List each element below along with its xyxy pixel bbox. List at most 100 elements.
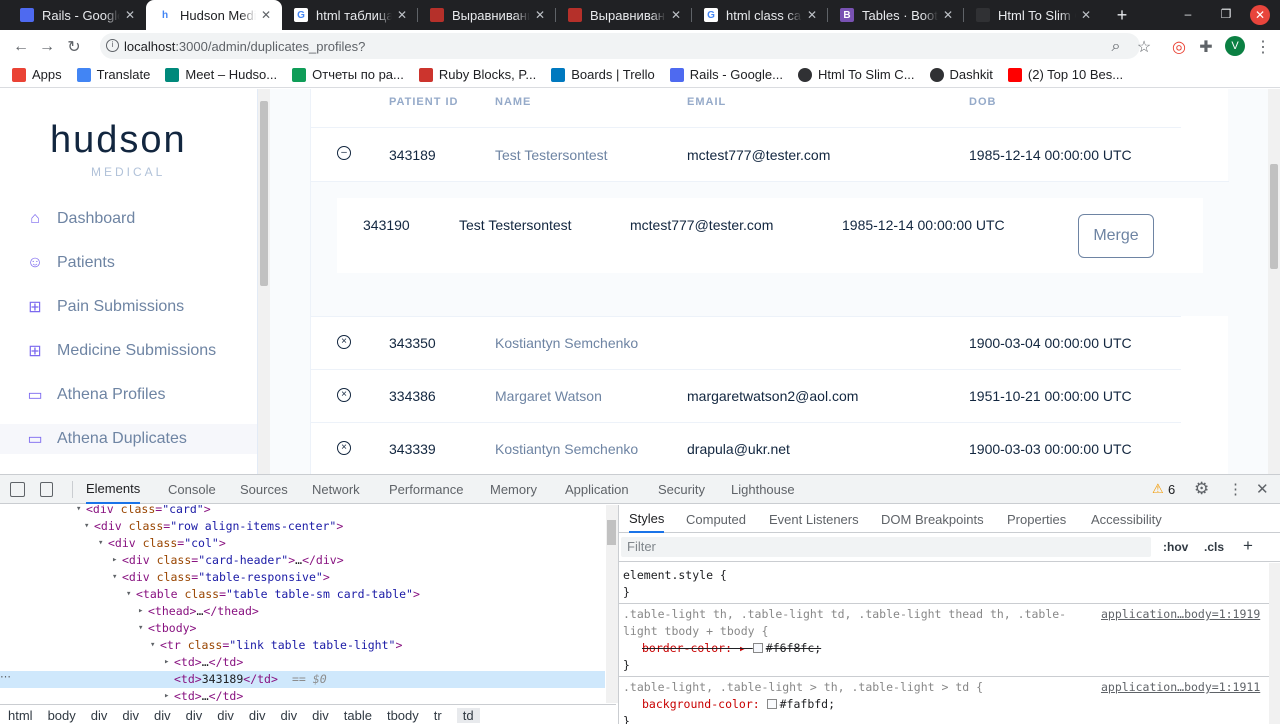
bookmark-item[interactable]: Apps — [12, 67, 62, 82]
puzzle-icon[interactable]: ✚ — [1195, 36, 1217, 58]
expand-arrow-icon[interactable]: ▾ — [98, 535, 103, 552]
breadcrumb-item[interactable]: div — [217, 708, 234, 723]
tab-close-icon[interactable]: ✕ — [530, 8, 550, 22]
page-scrollbar-thumb[interactable] — [1270, 164, 1278, 269]
browser-tab[interactable]: Rails - Google ✕ — [8, 0, 146, 30]
styles-tab-event-listeners[interactable]: Event Listeners — [769, 505, 859, 533]
dom-node[interactable]: <td>343189</td> == $0 — [0, 671, 605, 688]
breadcrumb-item[interactable]: table — [344, 708, 372, 723]
zoom-icon[interactable]: ⌕ — [1105, 36, 1127, 58]
devtools-tab-lighthouse[interactable]: Lighthouse — [731, 475, 795, 504]
rule-source-link-1[interactable]: application…body=1:1919 — [1101, 606, 1260, 623]
expand-arrow-icon[interactable]: ▾ — [84, 518, 89, 535]
rule-selector-1a[interactable]: .table-light th, .table-light td, .table… — [623, 606, 1066, 623]
expand-arrow-icon[interactable]: ▸ — [164, 688, 169, 703]
remove-icon[interactable]: × — [337, 335, 351, 349]
styles-tab-accessibility[interactable]: Accessibility — [1091, 505, 1162, 533]
collapse-icon[interactable]: – — [337, 146, 351, 160]
reload-icon[interactable]: ↻ — [63, 36, 85, 58]
breadcrumb-item[interactable]: html — [8, 708, 33, 723]
color-swatch[interactable] — [752, 643, 763, 653]
minimize-button[interactable]: – — [1180, 7, 1196, 23]
bookmark-item[interactable]: Rails - Google... — [669, 67, 783, 82]
remove-icon[interactable]: × — [337, 388, 351, 402]
dom-node[interactable]: ▸ <div class="card-header">…</div> — [0, 552, 605, 569]
settings-gear-icon[interactable]: ⚙ — [1194, 479, 1209, 499]
rule-source-link-2[interactable]: application…body=1:1911 — [1101, 679, 1260, 696]
table-row-expanded[interactable]: – 343189 Test Testersontest mctest777@te… — [311, 127, 1181, 179]
tab-close-icon[interactable]: ✕ — [802, 8, 822, 22]
patient-name-link[interactable]: Test Testersontest — [495, 147, 608, 163]
devtools-menu-icon[interactable]: ⋮ — [1228, 480, 1243, 498]
devtools-tab-security[interactable]: Security — [658, 475, 705, 504]
close-window-button[interactable]: ✕ — [1250, 5, 1270, 25]
sidebar-item-patients[interactable]: ☺ Patients — [26, 248, 115, 278]
bookmark-item[interactable]: Ruby Blocks, P... — [418, 67, 536, 82]
browser-tab[interactable]: Выравнивание✕ — [418, 0, 556, 30]
expand-arrow-icon[interactable]: ▸ — [164, 654, 169, 671]
breadcrumb-item[interactable]: tbody — [387, 708, 419, 723]
tab-close-icon[interactable]: ✕ — [120, 8, 140, 22]
devtools-tab-console[interactable]: Console — [168, 475, 216, 504]
patient-name-link[interactable]: Kostiantyn Semchenko — [495, 441, 638, 457]
table-row[interactable]: × 343339 Kostiantyn Semchenko drapula@ukr.n… — [311, 422, 1181, 474]
patient-name-link[interactable]: Margaret Watson — [495, 388, 602, 404]
dom-node[interactable]: ▾ <div class="card"> — [0, 505, 605, 518]
new-tab-button[interactable]: + — [1112, 5, 1132, 25]
styles-tab-properties[interactable]: Properties — [1007, 505, 1066, 533]
browser-tab[interactable]: h Hudson Medica✕ — [146, 0, 282, 30]
devtools-tab-elements[interactable]: Elements — [86, 475, 141, 504]
devtools-close-icon[interactable]: ✕ — [1256, 480, 1269, 498]
breadcrumb-item[interactable]: div — [186, 708, 203, 723]
tab-close-icon[interactable]: ✕ — [1076, 8, 1096, 22]
elements-tree[interactable]: ▾ <div class="card"> ▾ <div class="row alig… — [0, 505, 607, 703]
sidebar-item-pain-submissions[interactable]: ⊞ Pain Submissions — [26, 292, 184, 322]
dom-node[interactable]: ▸ <thead>…</thead> — [0, 603, 605, 620]
patient-name-link[interactable]: Kostiantyn Semchenko — [495, 335, 638, 351]
browser-tab[interactable]: B Tables · Bootst✕ — [828, 0, 964, 30]
info-icon[interactable]: i — [106, 39, 119, 52]
warning-icon[interactable]: ⚠ — [1152, 481, 1164, 497]
hov-toggle[interactable]: :hov — [1163, 540, 1188, 554]
dom-node[interactable]: ▾ <tbody> — [0, 620, 605, 637]
styles-tab-dom-breakpoints[interactable]: DOM Breakpoints — [881, 505, 984, 533]
expand-arrow-icon[interactable]: ▾ — [76, 505, 81, 518]
dom-node[interactable]: ▾ <div class="col"> — [0, 535, 605, 552]
bookmark-item[interactable]: Html To Slim C... — [797, 67, 915, 82]
styles-filter-input[interactable]: Filter — [621, 537, 1151, 557]
expand-arrow-icon[interactable]: ▾ — [150, 637, 155, 654]
devtools-tab-sources[interactable]: Sources — [240, 475, 288, 504]
bookmark-item[interactable]: (2) Top 10 Bes... — [1007, 67, 1123, 82]
tab-close-icon[interactable]: ✕ — [392, 8, 412, 22]
expand-arrow-icon[interactable]: ▸ — [138, 603, 143, 620]
dom-node[interactable]: ▾ <table class="table table-sm card-table… — [0, 586, 605, 603]
tab-close-icon[interactable]: ✕ — [666, 8, 686, 22]
rule-selector-2[interactable]: .table-light, .table-light > th, .table-… — [623, 679, 983, 696]
sidebar-item-athena-duplicates[interactable]: ▭ Athena Duplicates — [0, 424, 257, 454]
page-scrollbar[interactable] — [1268, 89, 1280, 474]
breadcrumb-item[interactable]: td — [456, 707, 480, 723]
forward-icon[interactable]: → — [36, 36, 58, 58]
rule-source-text[interactable]: application…body=1:1919 — [1101, 607, 1260, 621]
remove-icon[interactable]: × — [337, 441, 351, 455]
browser-tab[interactable]: Ghtml class card✕ — [692, 0, 828, 30]
devtools-tab-network[interactable]: Network — [312, 475, 360, 504]
expand-arrow-icon[interactable]: ▾ — [112, 569, 117, 586]
inspect-icon[interactable] — [10, 482, 25, 497]
color-swatch[interactable] — [766, 699, 777, 709]
bookmark-item[interactable]: Отчеты по ра... — [292, 67, 404, 82]
table-row[interactable]: × 343350 Kostiantyn Semchenko 1900-03-04 00… — [311, 316, 1181, 368]
styles-tab-computed[interactable]: Computed — [686, 505, 746, 533]
breadcrumb-item[interactable]: div — [249, 708, 266, 723]
breadcrumb-item[interactable]: div — [91, 708, 108, 723]
devtools-tab-performance[interactable]: Performance — [389, 475, 463, 504]
ellipsis-icon[interactable]: ⋯ — [0, 670, 12, 683]
tab-close-icon[interactable]: ✕ — [256, 8, 276, 22]
dom-node[interactable]: ▾ <div class="row align-items-center"> — [0, 518, 605, 535]
extension-icon[interactable]: ◎ — [1168, 36, 1190, 58]
breadcrumb-item[interactable]: div — [312, 708, 329, 723]
merge-button[interactable]: Merge — [1078, 214, 1154, 258]
bookmark-item[interactable]: Meet – Hudso... — [165, 67, 277, 82]
device-toolbar-icon[interactable] — [40, 482, 53, 497]
browser-tab[interactable]: Выравнивание✕ — [556, 0, 692, 30]
